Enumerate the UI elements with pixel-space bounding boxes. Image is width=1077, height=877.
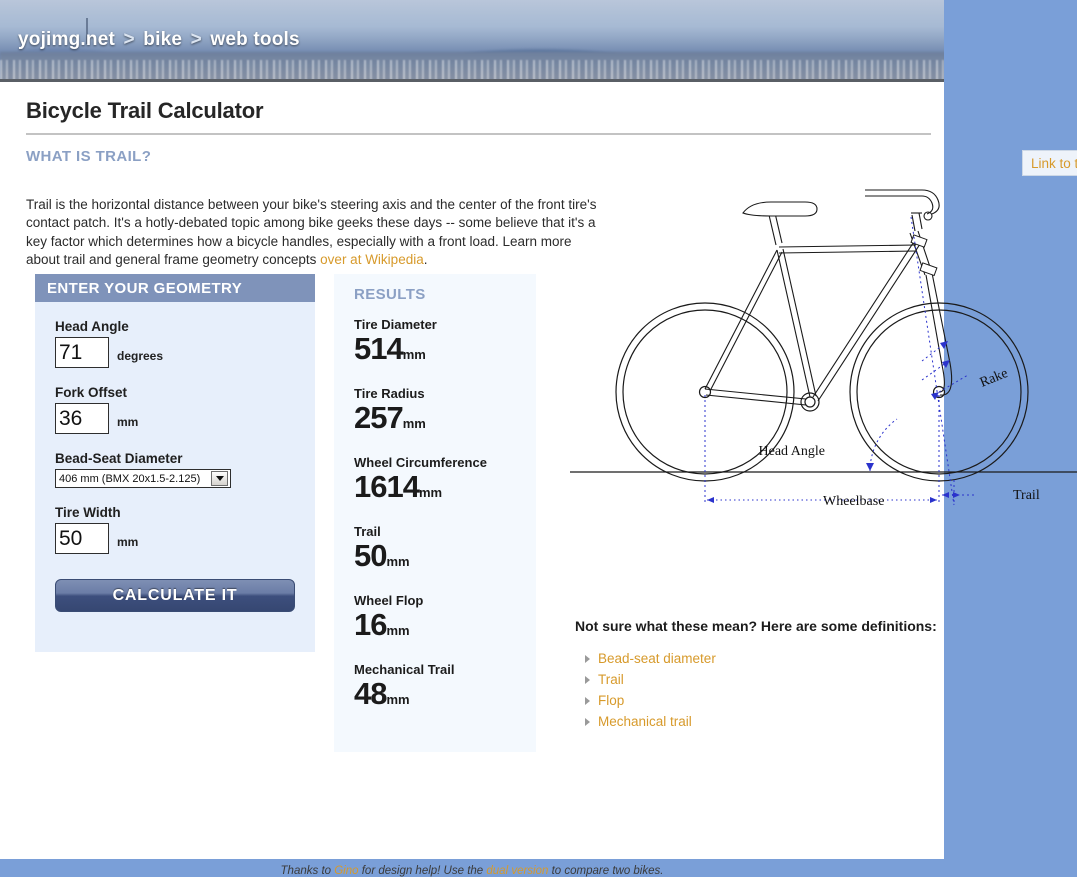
head-angle-input[interactable] <box>55 337 109 368</box>
diagram-label-head-angle: Head Angle <box>759 444 825 459</box>
field-tire-width: Tire Width mm <box>55 505 315 554</box>
breadcrumb: yojimg.net > bike > web tools <box>18 29 300 51</box>
tire-width-input[interactable] <box>55 523 109 554</box>
measurement-lines <box>705 217 976 505</box>
fork-offset-input[interactable] <box>55 403 109 434</box>
definitions-title: Not sure what these mean? Here are some … <box>575 618 937 634</box>
result-unit-tire-diameter: mm <box>403 347 426 362</box>
chevron-down-icon[interactable] <box>211 471 228 486</box>
diagram-label-rake: Rake <box>978 366 1010 391</box>
wikipedia-link[interactable]: over at Wikipedia <box>320 252 424 267</box>
definition-link-bead-seat-diameter[interactable]: Bead-seat diameter <box>583 648 716 669</box>
breadcrumb-item-bike[interactable]: bike <box>143 29 182 50</box>
field-head-angle: Head Angle degrees <box>55 319 315 368</box>
field-label-bead-seat-diameter: Bead-Seat Diameter <box>55 451 315 466</box>
footer-link-dual-version[interactable]: dual version <box>486 865 548 877</box>
result-value-tire-diameter: 514 <box>354 331 403 366</box>
unit-tire-width: mm <box>117 535 138 554</box>
bead-seat-diameter-selected-value: 406 mm (BMX 20x1.5-2.125) <box>59 473 211 485</box>
result-label-mechanical-trail: Mechanical Trail <box>354 662 536 677</box>
result-label-tire-diameter: Tire Diameter <box>354 317 536 332</box>
bead-seat-diameter-select[interactable]: 406 mm (BMX 20x1.5-2.125) <box>55 469 231 488</box>
result-wheel-flop: Wheel Flop 16mm <box>354 593 536 648</box>
head-tube-collars <box>911 235 937 276</box>
diagram-label-wheelbase: Wheelbase <box>823 494 884 509</box>
page-title: Bicycle Trail Calculator <box>26 98 263 124</box>
result-trail: Trail 50mm <box>354 524 536 579</box>
result-value-tire-radius: 257 <box>354 400 403 435</box>
breadcrumb-separator-2: > <box>191 29 202 50</box>
results-panel: RESULTS Tire Diameter 514mm Tire Radius … <box>334 274 536 752</box>
definition-link-mechanical-trail[interactable]: Mechanical trail <box>583 711 716 732</box>
result-label-tire-radius: Tire Radius <box>354 386 536 401</box>
bottom-bracket-inner <box>805 397 815 407</box>
result-value-wheel-circumference: 1614 <box>354 469 419 504</box>
unit-head-angle: degrees <box>117 349 163 368</box>
breadcrumb-separator-1: > <box>124 29 135 50</box>
footer-text-before: Thanks to <box>281 865 335 877</box>
field-label-tire-width: Tire Width <box>55 505 315 520</box>
definition-link-trail[interactable]: Trail <box>583 669 716 690</box>
definition-link-flop[interactable]: Flop <box>583 690 716 711</box>
geometry-panel-header: ENTER YOUR GEOMETRY <box>35 274 315 302</box>
field-label-fork-offset: Fork Offset <box>55 385 315 400</box>
result-tire-radius: Tire Radius 257mm <box>354 386 536 441</box>
field-label-head-angle: Head Angle <box>55 319 315 334</box>
calculate-button[interactable]: CALCULATE IT <box>55 579 295 612</box>
result-label-wheel-circumference: Wheel Circumference <box>354 455 536 470</box>
unit-fork-offset: mm <box>117 415 138 434</box>
footer-text-after: to compare two bikes. <box>548 865 663 877</box>
result-unit-trail: mm <box>386 554 409 569</box>
result-unit-tire-radius: mm <box>403 416 426 431</box>
bicycle-geometry-diagram: Head Angle Rake Trail Wheelbase <box>570 175 1077 515</box>
results-panel-header: RESULTS <box>334 274 536 303</box>
link-to-this-tab[interactable]: Link to t <box>1022 150 1077 176</box>
result-unit-mechanical-trail: mm <box>386 692 409 707</box>
intro-tail: . <box>424 252 428 267</box>
title-divider <box>26 133 931 135</box>
footer-link-gino[interactable]: Gino <box>334 865 358 877</box>
diagram-labels: Head Angle Rake Trail Wheelbase <box>759 366 1040 509</box>
breadcrumb-item-site[interactable]: yojimg.net <box>18 29 115 50</box>
field-bead-seat-diameter: Bead-Seat Diameter 406 mm (BMX 20x1.5-2.… <box>55 451 315 488</box>
diagram-label-trail: Trail <box>1013 488 1040 503</box>
intro-body: Trail is the horizontal distance between… <box>26 197 596 268</box>
result-wheel-circumference: Wheel Circumference 1614mm <box>354 455 536 510</box>
result-unit-wheel-flop: mm <box>386 623 409 638</box>
page-footer: Thanks to Gino for design help! Use the … <box>0 865 944 877</box>
result-unit-wheel-circumference: mm <box>419 485 442 500</box>
geometry-panel: ENTER YOUR GEOMETRY Head Angle degrees F… <box>35 274 315 652</box>
saddle <box>743 202 817 216</box>
definitions-list: Bead-seat diameter Trail Flop Mechanical… <box>583 648 716 732</box>
result-label-trail: Trail <box>354 524 536 539</box>
footer-text-middle: for design help! Use the <box>359 865 487 877</box>
result-label-wheel-flop: Wheel Flop <box>354 593 536 608</box>
section-heading-what-is-trail: WHAT IS TRAIL? <box>26 148 151 165</box>
result-value-trail: 50 <box>354 538 386 573</box>
handlebar <box>865 190 939 220</box>
result-tire-diameter: Tire Diameter 514mm <box>354 317 536 372</box>
result-value-wheel-flop: 16 <box>354 607 386 642</box>
intro-paragraph: Trail is the horizontal distance between… <box>26 196 606 270</box>
result-value-mechanical-trail: 48 <box>354 676 386 711</box>
result-mechanical-trail: Mechanical Trail 48mm <box>354 662 536 717</box>
breadcrumb-item-web-tools[interactable]: web tools <box>210 29 299 50</box>
field-fork-offset: Fork Offset mm <box>55 385 315 434</box>
